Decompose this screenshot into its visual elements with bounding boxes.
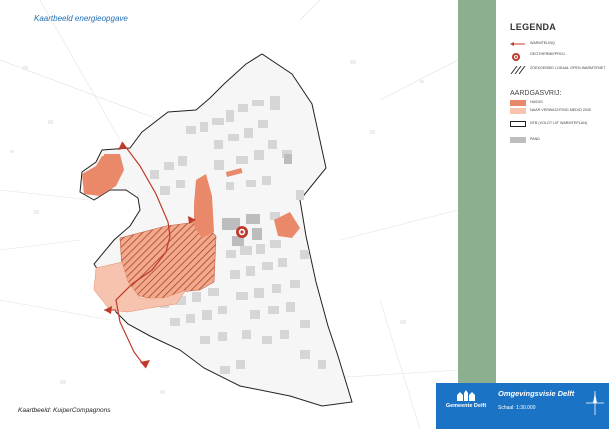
north-arrow-icon bbox=[586, 391, 604, 415]
legend-label: GEOTHERMIEPROJ. bbox=[530, 52, 566, 56]
legend-item-zoekgebied: ZOEKGEBIED LOKAAL OPEN WARMTENET bbox=[510, 66, 608, 74]
title-block: Gemeente Delft Omgevingsvisie Delft Scha… bbox=[436, 383, 609, 429]
legend-label: PAND bbox=[530, 137, 540, 141]
legend-item-huidig: HUIDIG bbox=[510, 100, 608, 106]
legend-item-ntb: NTB (VOLGT UIT WARMTEPLAN) bbox=[510, 121, 608, 127]
scale-text: Schaal: 1:30.000 bbox=[498, 405, 536, 411]
legend-label: ZOEKGEBIED LOKAAL OPEN WARMTENET bbox=[530, 66, 606, 70]
legend-label: HUIDIG bbox=[530, 100, 543, 104]
map-title: Kaartbeeld energieopgave bbox=[34, 14, 128, 23]
legend-heading: LEGENDA bbox=[510, 22, 557, 32]
legend-item-geothermie: GEOTHERMIEPROJ. bbox=[510, 52, 608, 64]
document-title: Omgevingsvisie Delft bbox=[498, 389, 575, 398]
swatch-icon bbox=[510, 108, 526, 114]
municipality-logo: Gemeente Delft bbox=[440, 388, 492, 424]
swatch-icon bbox=[510, 100, 526, 106]
geothermal-icon bbox=[236, 226, 248, 238]
legend-panel: LEGENDA WARMTELINQ GEOTHERMIEPROJ. ZOEKG… bbox=[496, 0, 609, 429]
logo-text: Gemeente Delft bbox=[445, 403, 487, 409]
legend-item-2030: NAAR VERWACHTING MEDIO 2030 bbox=[510, 108, 608, 114]
gas-free-current-north bbox=[104, 154, 118, 160]
swatch-icon bbox=[510, 121, 526, 127]
legend-label: WARMTELINQ bbox=[530, 41, 555, 45]
legend-item-warmtelinq: WARMTELINQ bbox=[510, 41, 608, 47]
delft-logo-icon bbox=[457, 390, 475, 401]
decorative-band bbox=[458, 0, 496, 429]
arrow-line-icon bbox=[510, 42, 525, 46]
map-canvas[interactable] bbox=[0, 0, 458, 429]
legend-label: NAAR VERWACHTING MEDIO 2030 bbox=[530, 108, 592, 112]
swatch-icon bbox=[510, 137, 526, 143]
map-credit: Kaartbeeld: KuiperCompagnons bbox=[18, 407, 111, 414]
legend-item-pand: PAND bbox=[510, 137, 608, 143]
legend-label: NTB (VOLGT UIT WARMTEPLAN) bbox=[530, 121, 588, 125]
geothermal-icon bbox=[512, 53, 520, 61]
legend-subheading: AARDGASVRIJ: bbox=[510, 90, 562, 97]
hatch-pattern-icon bbox=[510, 66, 526, 74]
